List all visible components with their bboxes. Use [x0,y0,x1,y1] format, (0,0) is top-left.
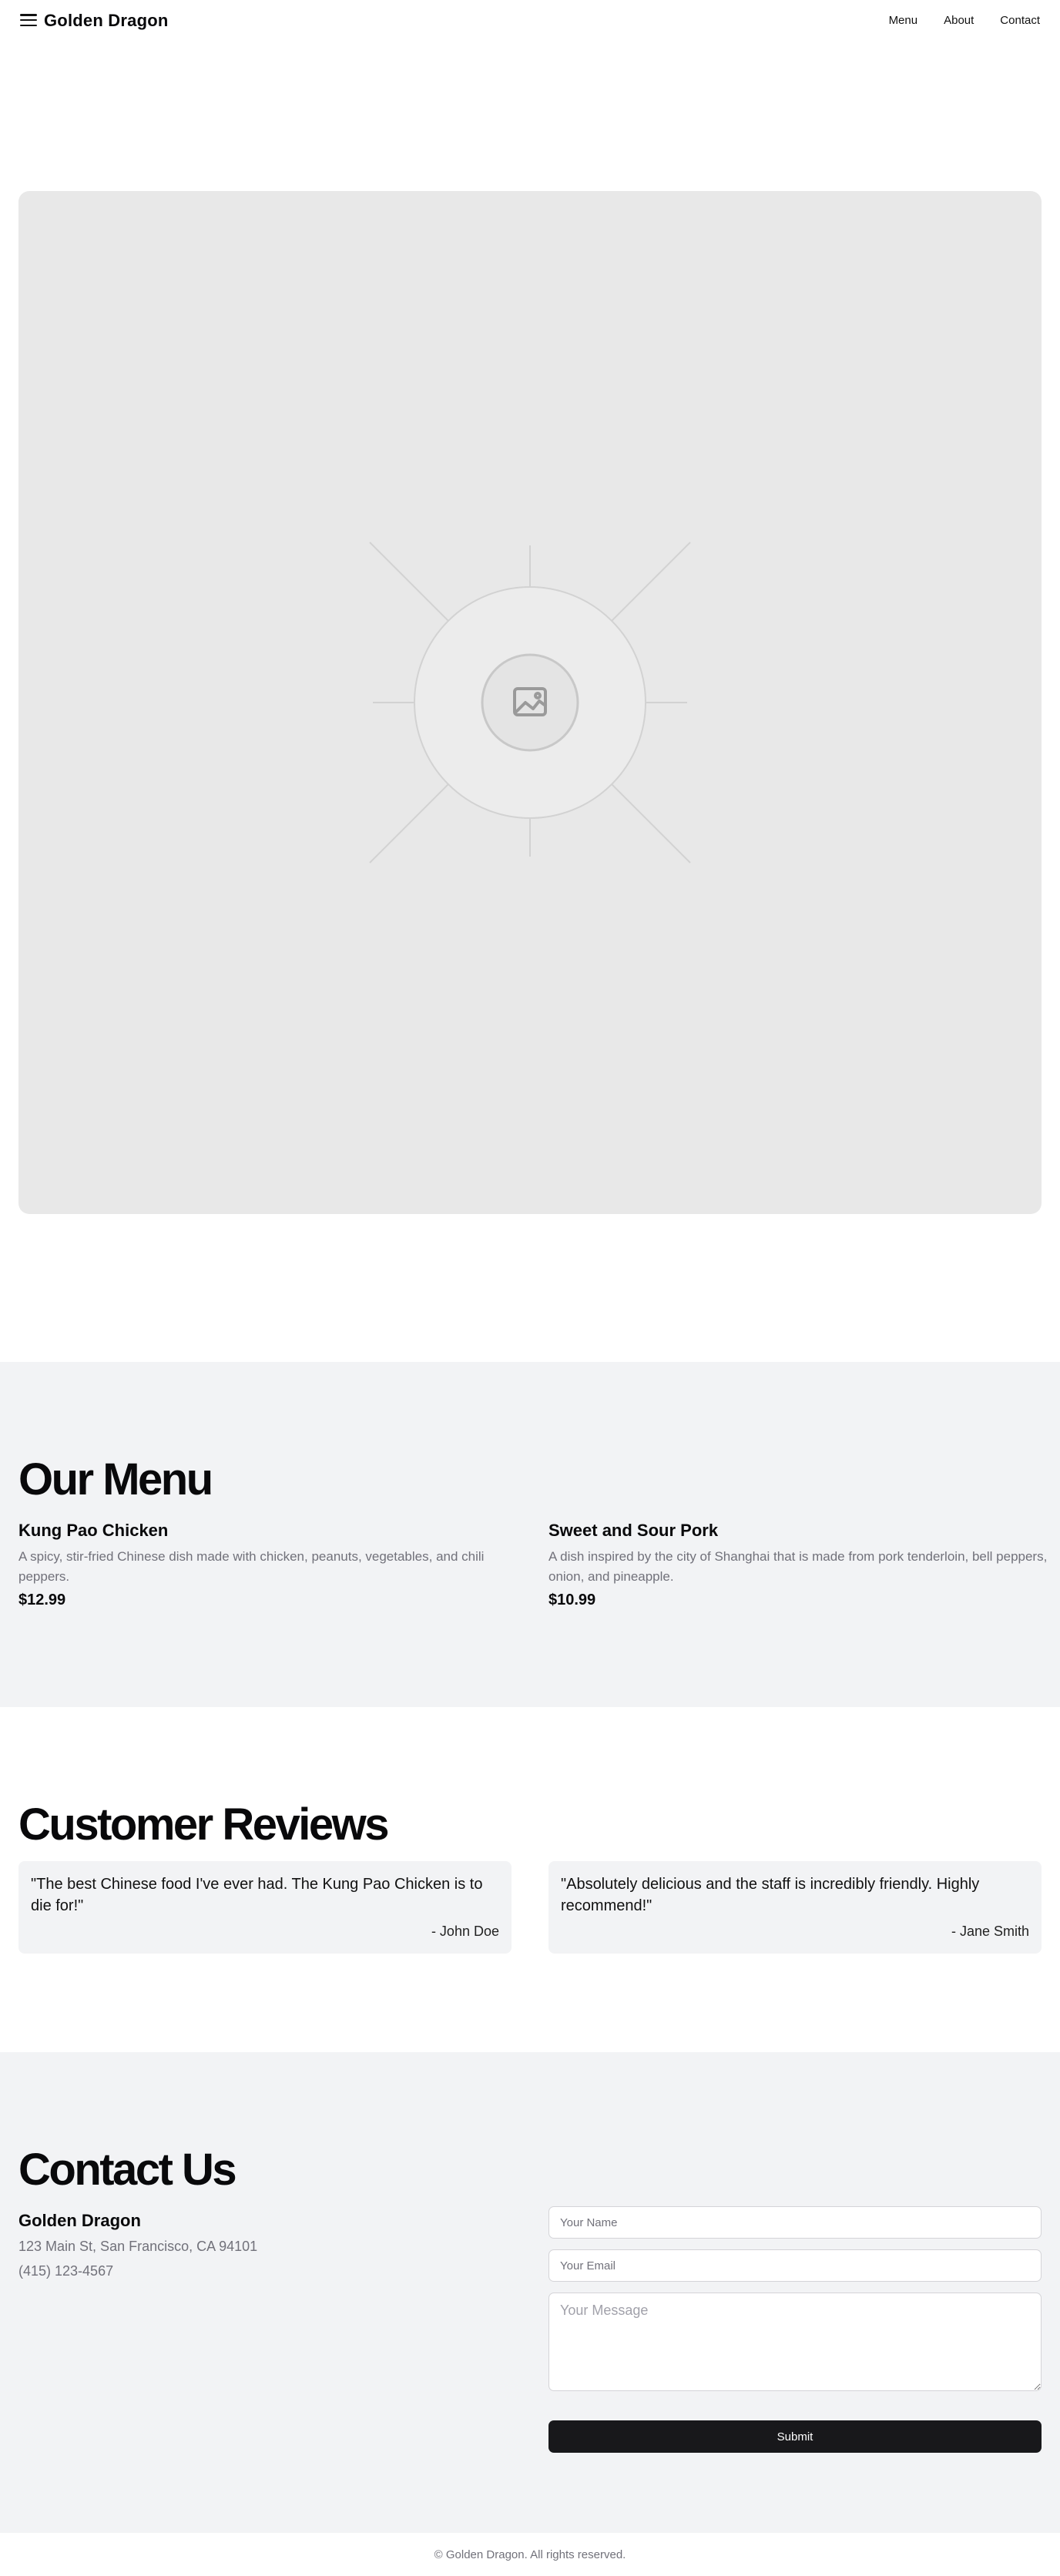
menu-item: Sweet and Sour Pork A dish inspired by t… [548,1521,1057,1609]
menu-section: Our Menu Kung Pao Chicken A spicy, stir-… [0,1362,1060,1707]
menu-item-description: A spicy, stir-fried Chinese dish made wi… [18,1549,485,1584]
contact-section-title: Contact Us [18,2145,237,2195]
review-author: - John Doe [431,1924,499,1939]
menu-item-name: Kung Pao Chicken [18,1521,169,1540]
name-field[interactable] [548,2206,1042,2239]
nav-link-menu[interactable]: Menu [889,14,918,27]
contact-business-name: Golden Dragon [18,2211,141,2230]
menu-item-price: $10.99 [548,1592,596,1608]
message-field[interactable] [548,2293,1042,2391]
image-placeholder-graphic [369,542,691,864]
contact-phone: (415) 123-4567 [18,2263,114,2279]
site-footer: © Golden Dragon. All rights reserved. [0,2533,1060,2576]
review-card: "The best Chinese food I've ever had. Th… [18,1861,512,1954]
main-nav: Menu About Contact [889,14,1040,27]
contact-address: 123 Main St, San Francisco, CA 94101 [18,2239,258,2254]
menu-item-name: Sweet and Sour Pork [548,1521,719,1540]
nav-link-about[interactable]: About [944,14,974,27]
review-text: "Absolutely delicious and the staff is i… [561,1876,980,1914]
review-text: "The best Chinese food I've ever had. Th… [31,1876,483,1914]
menu-item-price: $12.99 [18,1592,66,1608]
hamburger-menu-icon[interactable] [20,12,37,29]
review-card: "Absolutely delicious and the staff is i… [548,1861,1042,1954]
brand-name[interactable]: Golden Dragon [44,11,169,31]
menu-section-title: Our Menu [18,1454,213,1504]
menu-item: Kung Pao Chicken A spicy, stir-fried Chi… [18,1521,527,1609]
reviews-section: Customer Reviews "The best Chinese food … [0,1707,1060,2052]
footer-text: © Golden Dragon. All rights reserved. [434,2547,626,2561]
submit-button[interactable]: Submit [548,2420,1042,2453]
review-author: - Jane Smith [951,1924,1029,1939]
hero-image [18,191,1042,1214]
site-header: Golden Dragon Menu About Contact [0,0,1060,43]
menu-item-description: A dish inspired by the city of Shanghai … [548,1549,1048,1584]
reviews-section-title: Customer Reviews [18,1800,389,1850]
nav-link-contact[interactable]: Contact [1000,14,1040,27]
email-field[interactable] [548,2249,1042,2282]
